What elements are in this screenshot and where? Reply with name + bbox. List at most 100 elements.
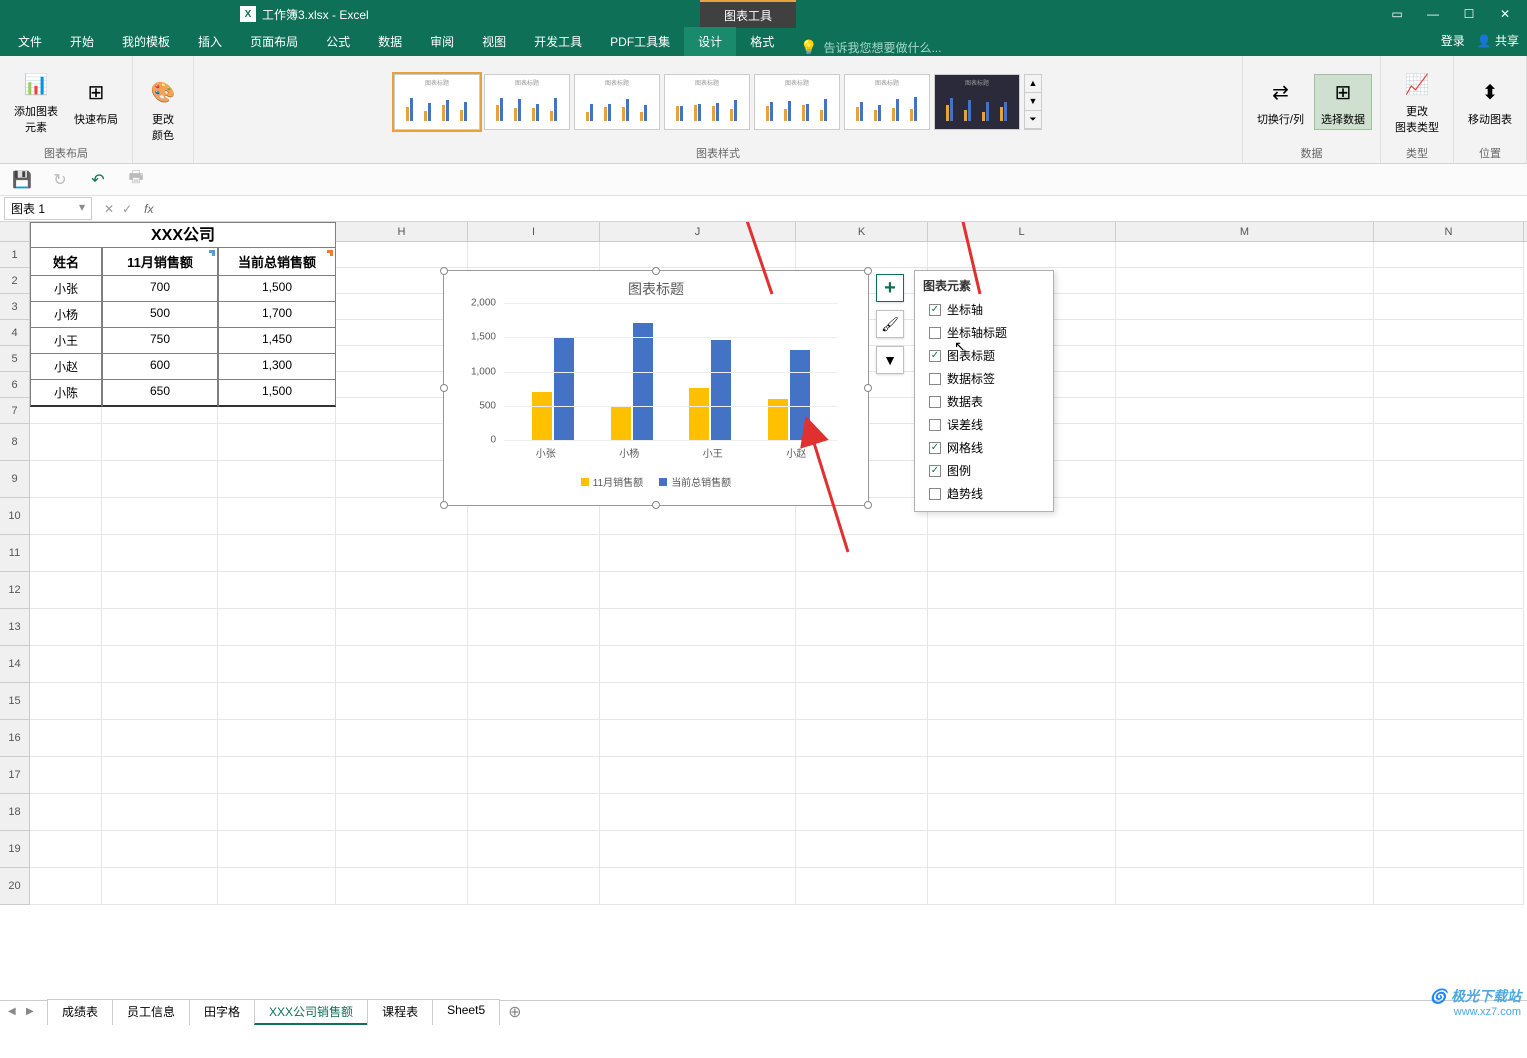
row-header[interactable]: 20 <box>0 868 30 905</box>
resize-handle[interactable] <box>864 267 872 275</box>
chart-bar[interactable] <box>790 350 810 440</box>
table-cell[interactable]: 600 <box>102 354 218 380</box>
table-cell[interactable]: 小王 <box>30 328 102 354</box>
table-cell[interactable]: 1,500 <box>218 380 336 407</box>
chart-styles-button[interactable]: 🖌 <box>876 310 904 338</box>
table-cell[interactable]: 500 <box>102 302 218 328</box>
resize-handle[interactable] <box>440 501 448 509</box>
resize-handle[interactable] <box>652 267 660 275</box>
checkbox[interactable] <box>929 327 941 339</box>
sheet-tab[interactable]: Sheet5 <box>432 999 500 1025</box>
chart-bar[interactable] <box>633 323 653 440</box>
row-header[interactable]: 15 <box>0 683 30 720</box>
chart-element-option[interactable]: ✓坐标轴 <box>923 298 1045 321</box>
select-data-button[interactable]: ⊞ 选择数据 <box>1314 74 1372 130</box>
login-button[interactable]: 登录 <box>1441 32 1465 49</box>
chart-element-option[interactable]: ✓图例 <box>923 459 1045 482</box>
row-header[interactable]: 5 <box>0 346 30 372</box>
menu-formulas[interactable]: 公式 <box>312 27 364 56</box>
row-header[interactable]: 19 <box>0 831 30 868</box>
col-header[interactable]: L <box>928 222 1116 241</box>
chart-bar[interactable] <box>554 337 574 441</box>
accept-formula-icon[interactable]: ✓ <box>122 202 132 216</box>
chart-element-option[interactable]: 数据标签 <box>923 367 1045 390</box>
add-sheet-button[interactable]: ⊕ <box>500 1002 529 1022</box>
select-all-corner[interactable] <box>0 222 30 241</box>
chart-legend[interactable]: 11月销售额 当前总销售额 <box>444 460 868 503</box>
maximize-button[interactable]: ☐ <box>1459 4 1479 24</box>
chart-bar[interactable] <box>711 340 731 440</box>
resize-handle[interactable] <box>652 501 660 509</box>
checkbox[interactable]: ✓ <box>929 442 941 454</box>
row-header[interactable]: 2 <box>0 268 30 294</box>
chart-title[interactable]: 图表标题 <box>444 271 868 303</box>
quick-layout-button[interactable]: ⊞ 快速布局 <box>68 75 124 129</box>
table-cell[interactable]: 750 <box>102 328 218 354</box>
chart-element-option[interactable]: 数据表 <box>923 390 1045 413</box>
resize-handle[interactable] <box>440 267 448 275</box>
chart-style-thumb[interactable]: 图表标题 <box>574 74 660 130</box>
chart-bar[interactable] <box>611 406 631 441</box>
table-cell[interactable]: 1,700 <box>218 302 336 328</box>
name-box[interactable]: 图表 1▾ <box>4 197 92 220</box>
change-colors-button[interactable]: 🎨 更改 颜色 <box>141 75 185 145</box>
row-header[interactable]: 12 <box>0 572 30 609</box>
ribbon-options-icon[interactable]: ▭ <box>1387 4 1407 24</box>
checkbox[interactable] <box>929 373 941 385</box>
undo-button[interactable]: ↶ <box>88 170 108 190</box>
print-button[interactable]: 🖶 <box>126 170 146 190</box>
menu-pdf[interactable]: PDF工具集 <box>596 27 684 56</box>
resize-handle[interactable] <box>440 384 448 392</box>
move-chart-button[interactable]: ⬍ 移动图表 <box>1462 75 1518 129</box>
switch-row-col-button[interactable]: ⇄ 切换行/列 <box>1251 75 1310 129</box>
row-header[interactable]: 11 <box>0 535 30 572</box>
chart-element-option[interactable]: 趋势线 <box>923 482 1045 505</box>
table-cell[interactable]: 650 <box>102 380 218 407</box>
resize-handle[interactable] <box>864 501 872 509</box>
checkbox[interactable]: ✓ <box>929 304 941 316</box>
checkbox[interactable]: ✓ <box>929 350 941 362</box>
style-scroll-button[interactable]: ▼ <box>1025 93 1041 111</box>
tell-me-box[interactable]: 💡 告诉我您想要做什么... <box>800 39 941 56</box>
table-cell[interactable]: 小陈 <box>30 380 102 407</box>
col-header[interactable]: I <box>468 222 600 241</box>
chart-bar[interactable] <box>532 392 552 440</box>
chart-elements-button[interactable]: + <box>876 274 904 302</box>
chart-style-thumb[interactable]: 图表标题 <box>394 74 480 130</box>
row-header[interactable]: 7 <box>0 398 30 424</box>
close-button[interactable]: ✕ <box>1495 4 1515 24</box>
row-header[interactable]: 16 <box>0 720 30 757</box>
row-header[interactable]: 17 <box>0 757 30 794</box>
table-cell[interactable]: 1,300 <box>218 354 336 380</box>
chart-style-thumb[interactable]: 图表标题 <box>484 74 570 130</box>
table-cell[interactable]: 700 <box>102 276 218 302</box>
chart-style-thumb[interactable]: 图表标题 <box>754 74 840 130</box>
row-header[interactable]: 13 <box>0 609 30 646</box>
table-cell[interactable]: 小杨 <box>30 302 102 328</box>
checkbox[interactable]: ✓ <box>929 465 941 477</box>
table-cell[interactable]: 小张 <box>30 276 102 302</box>
row-header[interactable]: 8 <box>0 424 30 461</box>
menu-review[interactable]: 审阅 <box>416 27 468 56</box>
sheet-tab[interactable]: 田字格 <box>189 999 255 1025</box>
resize-handle[interactable] <box>864 384 872 392</box>
col-header[interactable]: H <box>336 222 468 241</box>
col-header[interactable]: J <box>600 222 796 241</box>
share-button[interactable]: 👤 共享 <box>1477 32 1519 49</box>
row-header[interactable]: 14 <box>0 646 30 683</box>
row-header[interactable]: 9 <box>0 461 30 498</box>
menu-insert[interactable]: 插入 <box>184 27 236 56</box>
chart-style-thumb[interactable]: 图表标题 <box>934 74 1020 130</box>
table-cell[interactable]: 1,500 <box>218 276 336 302</box>
menu-design[interactable]: 设计 <box>684 27 736 56</box>
menu-file[interactable]: 文件 <box>4 27 56 56</box>
sheet-tab[interactable]: XXX公司销售额 <box>254 999 368 1025</box>
add-chart-element-button[interactable]: 📊 添加图表 元素 <box>8 67 64 137</box>
checkbox[interactable] <box>929 419 941 431</box>
menu-view[interactable]: 视图 <box>468 27 520 56</box>
style-scroll-button[interactable]: ▲ <box>1025 75 1041 93</box>
chart-element-option[interactable]: 坐标轴标题 <box>923 321 1045 344</box>
change-chart-type-button[interactable]: 📈 更改 图表类型 <box>1389 67 1445 137</box>
table-cell[interactable]: 1,450 <box>218 328 336 354</box>
sheet-tab[interactable]: 课程表 <box>367 999 433 1025</box>
